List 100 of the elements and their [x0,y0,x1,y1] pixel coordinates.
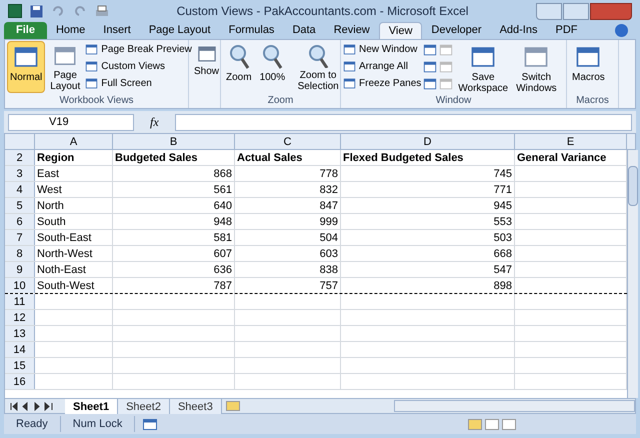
header-cell: Flexed Budgeted Sales [343,152,464,164]
row-header[interactable]: 12 [5,310,35,325]
table-cell: 999 [320,216,338,228]
ribbon-tab[interactable]: Insert [94,22,140,39]
ribbon-tab[interactable]: Home [46,22,94,39]
row-header[interactable]: 4 [5,182,35,197]
close-button[interactable] [590,2,632,20]
row-header[interactable]: 8 [5,246,35,261]
save-icon[interactable] [30,4,43,18]
row-header[interactable]: 13 [5,326,35,341]
formula-bar[interactable] [174,114,632,130]
magnifier-icon [307,44,330,68]
row-header[interactable]: 5 [5,198,35,213]
column-header[interactable]: C [235,134,341,149]
table-cell: 547 [494,264,512,276]
zoom-button[interactable]: Zoom [223,41,255,93]
table-cell: South [37,216,66,228]
table-cell: East [37,168,60,180]
status-text: Ready [4,416,61,432]
table-cell: 745 [494,168,512,180]
row-header[interactable]: 11 [5,294,35,309]
table-cell: 503 [494,232,512,244]
row-header[interactable]: 15 [5,358,35,373]
table-cell: 847 [320,200,338,212]
maximize-button[interactable] [563,2,589,20]
view-icon [85,60,98,73]
view-button[interactable]: Custom Views [85,58,192,75]
minimize-button[interactable] [536,2,562,20]
group-label: Window [436,94,472,108]
ribbon-tab[interactable]: Data [283,22,325,39]
table-cell: 945 [494,200,512,212]
table-cell: 640 [214,200,232,212]
header-cell: General Variance [517,152,606,164]
header-cell: Actual Sales [237,152,302,164]
row-header[interactable]: 14 [5,342,35,357]
normal-view-button[interactable]: Normal [7,41,46,93]
table-cell: 607 [214,248,232,260]
row-header[interactable]: 3 [5,166,35,181]
ribbon-tab[interactable]: Review [324,22,379,39]
view-icon [85,77,98,90]
table-cell: 504 [320,232,338,244]
table-cell: South-West [37,280,94,292]
column-header[interactable]: A [35,134,113,149]
row-header[interactable]: 10 [5,278,35,293]
name-box[interactable]: V19 [8,114,134,130]
redo-icon[interactable] [73,5,87,17]
table-cell: 948 [214,216,232,228]
save-workspace-button[interactable]: Save Workspace [455,41,512,93]
table-cell: 668 [494,248,512,260]
table-cell: 581 [214,232,232,244]
ribbon-tab[interactable]: PDF [546,22,586,39]
row-header[interactable]: 9 [5,262,35,277]
view-icon [343,43,356,56]
table-cell: South-East [37,232,92,244]
ribbon-tab[interactable]: Developer [422,22,491,39]
vertical-scrollbar[interactable] [627,150,638,398]
magnifier-icon [228,44,250,70]
macros-button[interactable]: Macros [569,41,608,93]
horizontal-scrollbar[interactable] [394,400,635,412]
table-cell: 832 [320,184,338,196]
ribbon-tab[interactable]: View [378,22,422,39]
table-cell: 603 [320,248,338,260]
column-header[interactable]: E [515,134,627,149]
zoom-button[interactable]: 100% [256,41,288,93]
table-cell: North-West [37,248,92,260]
table-cell: North [37,200,64,212]
ribbon-tab[interactable]: Formulas [220,22,284,39]
ribbon-tab[interactable]: Add-Ins [490,22,546,39]
column-header[interactable]: B [113,134,235,149]
table-cell: 757 [320,280,338,292]
switch-windows-button[interactable]: Switch Windows [513,41,560,93]
file-tab[interactable]: File [4,22,47,39]
print-icon[interactable] [95,4,109,18]
header-cell: Region [37,152,74,164]
row-header[interactable]: 6 [5,214,35,229]
magnifier-icon [261,44,284,70]
window-title: Custom Views - PakAccountants.com - Microsoft Excel [176,3,470,20]
show-button[interactable]: Show [191,41,222,93]
view-buttons-icon[interactable] [468,418,516,430]
view-icon [343,60,356,73]
row-header[interactable]: 16 [5,374,35,389]
column-header[interactable]: D [341,134,515,149]
ribbon-tab[interactable]: Page Layout [140,22,220,39]
undo-icon[interactable] [51,5,65,17]
sheet-tab[interactable]: Sheet3 [170,398,222,414]
sheet-tab[interactable]: Sheet1 [65,398,118,414]
formula-icon[interactable]: fx [138,113,171,131]
table-cell: 771 [494,184,512,196]
group-label: Zoom [268,94,294,108]
row-header[interactable]: 2 [5,150,35,165]
header-cell: Budgeted Sales [115,152,198,164]
table-cell: 636 [214,264,232,276]
view-button[interactable]: Full Screen [85,75,192,92]
row-header[interactable]: 7 [5,230,35,245]
sheet-tab[interactable]: Sheet2 [118,398,170,414]
view-icon [343,77,356,90]
status-text: Num Lock [60,416,136,432]
table-cell: Noth-East [37,264,86,276]
page-layout-button[interactable]: Page Layout [47,41,84,93]
view-button[interactable]: Page Break Preview [85,41,192,58]
